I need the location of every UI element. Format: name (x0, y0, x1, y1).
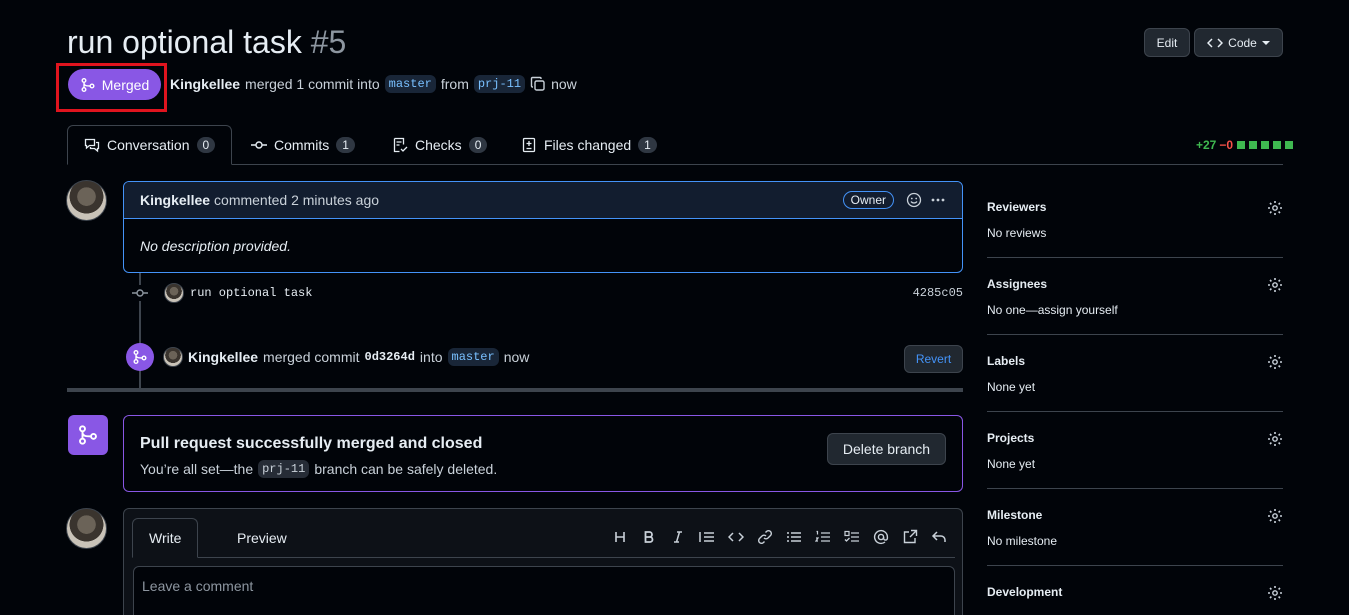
tab-preview[interactable]: Preview (221, 518, 303, 558)
comment-author[interactable]: Kingkellee (140, 192, 210, 208)
task-list-icon[interactable] (843, 528, 861, 546)
merge-author[interactable]: Kingkellee (188, 349, 258, 365)
cross-reference-icon[interactable] (901, 528, 919, 546)
tab-write[interactable]: Write (132, 518, 199, 558)
sidebar-milestone: Milestone No milestone (987, 508, 1283, 548)
git-merge-icon (81, 77, 95, 92)
gear-icon[interactable] (1267, 354, 1283, 370)
sidebar-assignees: Assignees No one—assign yourself (987, 277, 1283, 317)
diffstat-block (1249, 141, 1258, 149)
sidebar-labels: Labels None yet (987, 354, 1283, 394)
git-commit-icon (251, 141, 267, 149)
diffstat-block (1273, 141, 1282, 149)
unordered-list-icon[interactable] (785, 528, 803, 546)
smiley-icon[interactable] (906, 192, 922, 208)
gear-icon[interactable] (1267, 277, 1283, 293)
pr-meta: Kingkellee merged 1 commit into master f… (170, 75, 577, 93)
sidebar-development: Development (987, 585, 1283, 601)
comment-composer: Write Preview Leave a comment (123, 508, 963, 615)
page-title: run optional task #5 (67, 24, 346, 61)
sidebar-divider (987, 334, 1283, 335)
edit-button[interactable]: Edit (1144, 28, 1190, 57)
sidebar-projects: Projects None yet (987, 431, 1283, 471)
diffstat: +27 −0 (1196, 138, 1294, 152)
bold-icon[interactable] (640, 528, 658, 546)
base-branch[interactable]: master (384, 75, 436, 93)
merged-status-icon (68, 415, 108, 455)
sidebar-divider (987, 488, 1283, 489)
merge-commit-sha[interactable]: 0d3264d (365, 350, 415, 364)
gear-icon[interactable] (1267, 431, 1283, 447)
copy-icon[interactable] (530, 76, 546, 92)
ordered-list-icon[interactable] (814, 528, 832, 546)
avatar[interactable] (164, 283, 184, 303)
italic-icon[interactable] (669, 528, 687, 546)
sidebar-divider (987, 411, 1283, 412)
link-icon[interactable] (756, 528, 774, 546)
comment-discussion-icon (84, 138, 100, 153)
avatar (66, 508, 107, 549)
merge-status-subtext: You’re all set—the prj-11 branch can be … (140, 460, 498, 478)
kebab-horizontal-icon[interactable] (930, 192, 946, 208)
head-branch[interactable]: prj-11 (473, 75, 526, 93)
checklist-icon (393, 137, 408, 153)
gear-icon[interactable] (1267, 585, 1283, 601)
delete-branch-button[interactable]: Delete branch (827, 433, 946, 465)
commit-sha[interactable]: 4285c05 (913, 286, 963, 300)
diffstat-block (1285, 141, 1294, 149)
git-merge-icon (133, 350, 147, 364)
commit-message[interactable]: run optional task (190, 286, 312, 300)
quote-icon[interactable] (698, 528, 716, 546)
commit-row: run optional task 4285c05 (132, 282, 963, 304)
merge-event: Kingkellee merged commit 0d3264d into ma… (163, 347, 529, 367)
timeline-end-divider (67, 388, 963, 392)
author-link[interactable]: Kingkellee (170, 76, 240, 92)
git-commit-icon (132, 285, 148, 301)
git-merge-icon (79, 425, 97, 445)
sidebar-divider (987, 565, 1283, 566)
tab-checks[interactable]: Checks 0 (392, 125, 488, 165)
code-button[interactable]: Code (1194, 28, 1283, 57)
markdown-toolbar (611, 528, 948, 546)
sidebar-divider (987, 257, 1283, 258)
code-icon[interactable] (727, 528, 745, 546)
merge-event-badge (126, 343, 154, 371)
gear-icon[interactable] (1267, 200, 1283, 216)
revert-button[interactable]: Revert (904, 345, 963, 373)
gear-icon[interactable] (1267, 508, 1283, 524)
merge-status-box: Pull request successfully merged and clo… (123, 415, 963, 492)
tab-files-changed[interactable]: Files changed 1 (521, 125, 657, 165)
comment-card: Kingkellee commented 2 minutes ago Owner… (123, 181, 963, 273)
comment-header: Kingkellee commented 2 minutes ago Owner (124, 182, 962, 219)
tabs-divider (67, 164, 1283, 165)
comment-body: No description provided. (140, 238, 291, 254)
caret-down-icon (1261, 40, 1270, 45)
status-badge: Merged (68, 69, 161, 100)
mention-icon[interactable] (872, 528, 890, 546)
heading-icon[interactable] (611, 528, 629, 546)
tab-commits[interactable]: Commits 1 (251, 125, 355, 165)
head-branch[interactable]: prj-11 (258, 460, 310, 478)
tab-conversation[interactable]: Conversation 0 (67, 125, 233, 165)
file-diff-icon (522, 137, 536, 153)
base-branch[interactable]: master (447, 348, 499, 366)
diffstat-block (1237, 141, 1246, 149)
sidebar-reviewers: Reviewers No reviews (987, 200, 1283, 240)
pr-title: run optional task (67, 24, 302, 60)
avatar[interactable] (66, 180, 107, 221)
pr-number: #5 (310, 24, 347, 60)
avatar[interactable] (163, 347, 183, 367)
comment-textarea[interactable]: Leave a comment (133, 566, 955, 615)
reply-icon[interactable] (930, 528, 948, 546)
code-icon (1207, 37, 1224, 48)
merge-status-heading: Pull request successfully merged and clo… (140, 435, 483, 452)
owner-badge: Owner (842, 191, 894, 209)
diffstat-block (1261, 141, 1270, 149)
comment-timestamp: commented 2 minutes ago (214, 192, 380, 208)
